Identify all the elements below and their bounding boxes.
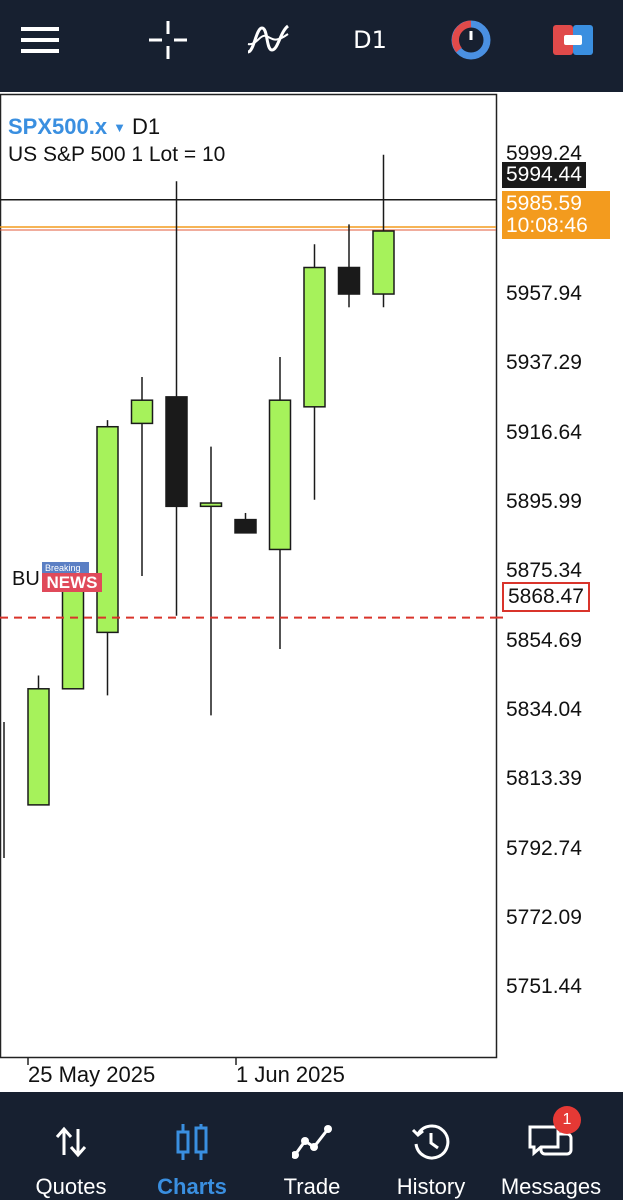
bear-candle [337, 266, 361, 295]
messages-chat-icon: 1 [527, 1106, 581, 1162]
bull-candle [303, 266, 326, 408]
bull-candle [268, 399, 292, 551]
symbol-name[interactable]: SPX500.x [8, 114, 107, 140]
bull-candle [130, 399, 154, 425]
candle-timer: 10:08:46 [506, 214, 588, 237]
price-tick: 5772.09 [506, 906, 582, 929]
price-tick: 5937.29 [506, 351, 582, 374]
time-axis-label: 25 May 2025 [28, 1062, 156, 1087]
price-tick: 5834.04 [506, 698, 582, 721]
bull-candle [27, 688, 50, 806]
nav-label: Charts [157, 1174, 227, 1199]
bear-candle [165, 396, 188, 508]
nav-charts[interactable]: Charts [130, 1092, 254, 1200]
hamburger-menu-icon[interactable] [18, 18, 62, 62]
indicators-icon[interactable] [244, 18, 292, 62]
symbol-header[interactable]: SPX500.x ▼ D1 [8, 114, 160, 140]
nav-label: History [396, 1174, 466, 1199]
ask-price-box: 5985.59 10:08:46 [502, 191, 610, 239]
price-tick: 5875.34 [506, 559, 582, 582]
timeframe-label: D1 [353, 26, 387, 54]
nav-label: Quotes [35, 1174, 107, 1199]
messages-badge: 1 [553, 1106, 581, 1134]
price-tick: 5895.99 [506, 490, 582, 513]
nav-label: Messages [500, 1174, 602, 1199]
timer-icon[interactable] [448, 18, 494, 62]
price-tick: 5957.94 [506, 282, 582, 305]
nav-label: Trade [283, 1174, 341, 1199]
price-tick: 5751.44 [506, 975, 582, 998]
bull-candle [96, 425, 119, 634]
news-badge-main: NEWS [42, 573, 102, 592]
breaking-news-badge[interactable]: Breaking NEWS [42, 562, 102, 592]
history-clock-icon [411, 1122, 451, 1162]
price-level-box[interactable]: 5868.47 [502, 582, 590, 612]
bottom-navigation: Quotes Charts Trade History 1 Messages [0, 1092, 623, 1200]
symbol-description: US S&P 500 1 Lot = 10 [8, 143, 226, 166]
timeframe-button[interactable]: D1 [348, 18, 392, 62]
nav-trade[interactable]: Trade [250, 1092, 374, 1200]
news-prefix-text: BU [12, 568, 40, 590]
price-tick: 5916.64 [506, 421, 582, 444]
price-tick: 5813.39 [506, 767, 582, 790]
crosshair-icon[interactable] [144, 18, 192, 62]
bid-price-box: 5994.44 [502, 162, 586, 188]
time-axis-label: 1 Jun 2025 [236, 1062, 345, 1087]
price-tick: 5792.74 [506, 837, 582, 860]
quotes-arrows-icon [54, 1122, 88, 1162]
bull-candle [61, 581, 85, 690]
chart-area[interactable]: SPX500.x ▼ D1 US S&P 500 1 Lot = 10 BU B… [0, 92, 623, 1092]
ask-price: 5985.59 [506, 192, 582, 215]
bull-candle [372, 230, 395, 295]
trade-line-icon [292, 1122, 332, 1162]
one-click-trade-icon[interactable] [550, 18, 596, 62]
symbol-dropdown-icon[interactable]: ▼ [113, 120, 126, 135]
top-toolbar: D1 [0, 0, 623, 92]
nav-history[interactable]: History [369, 1092, 493, 1200]
price-tick: 5854.69 [506, 629, 582, 652]
nav-quotes[interactable]: Quotes [9, 1092, 133, 1200]
charts-candles-icon [174, 1122, 210, 1162]
bear-candle [234, 518, 257, 534]
symbol-timeframe: D1 [131, 114, 161, 139]
bull-candle [199, 502, 223, 508]
nav-messages[interactable]: 1 Messages [489, 1092, 613, 1200]
